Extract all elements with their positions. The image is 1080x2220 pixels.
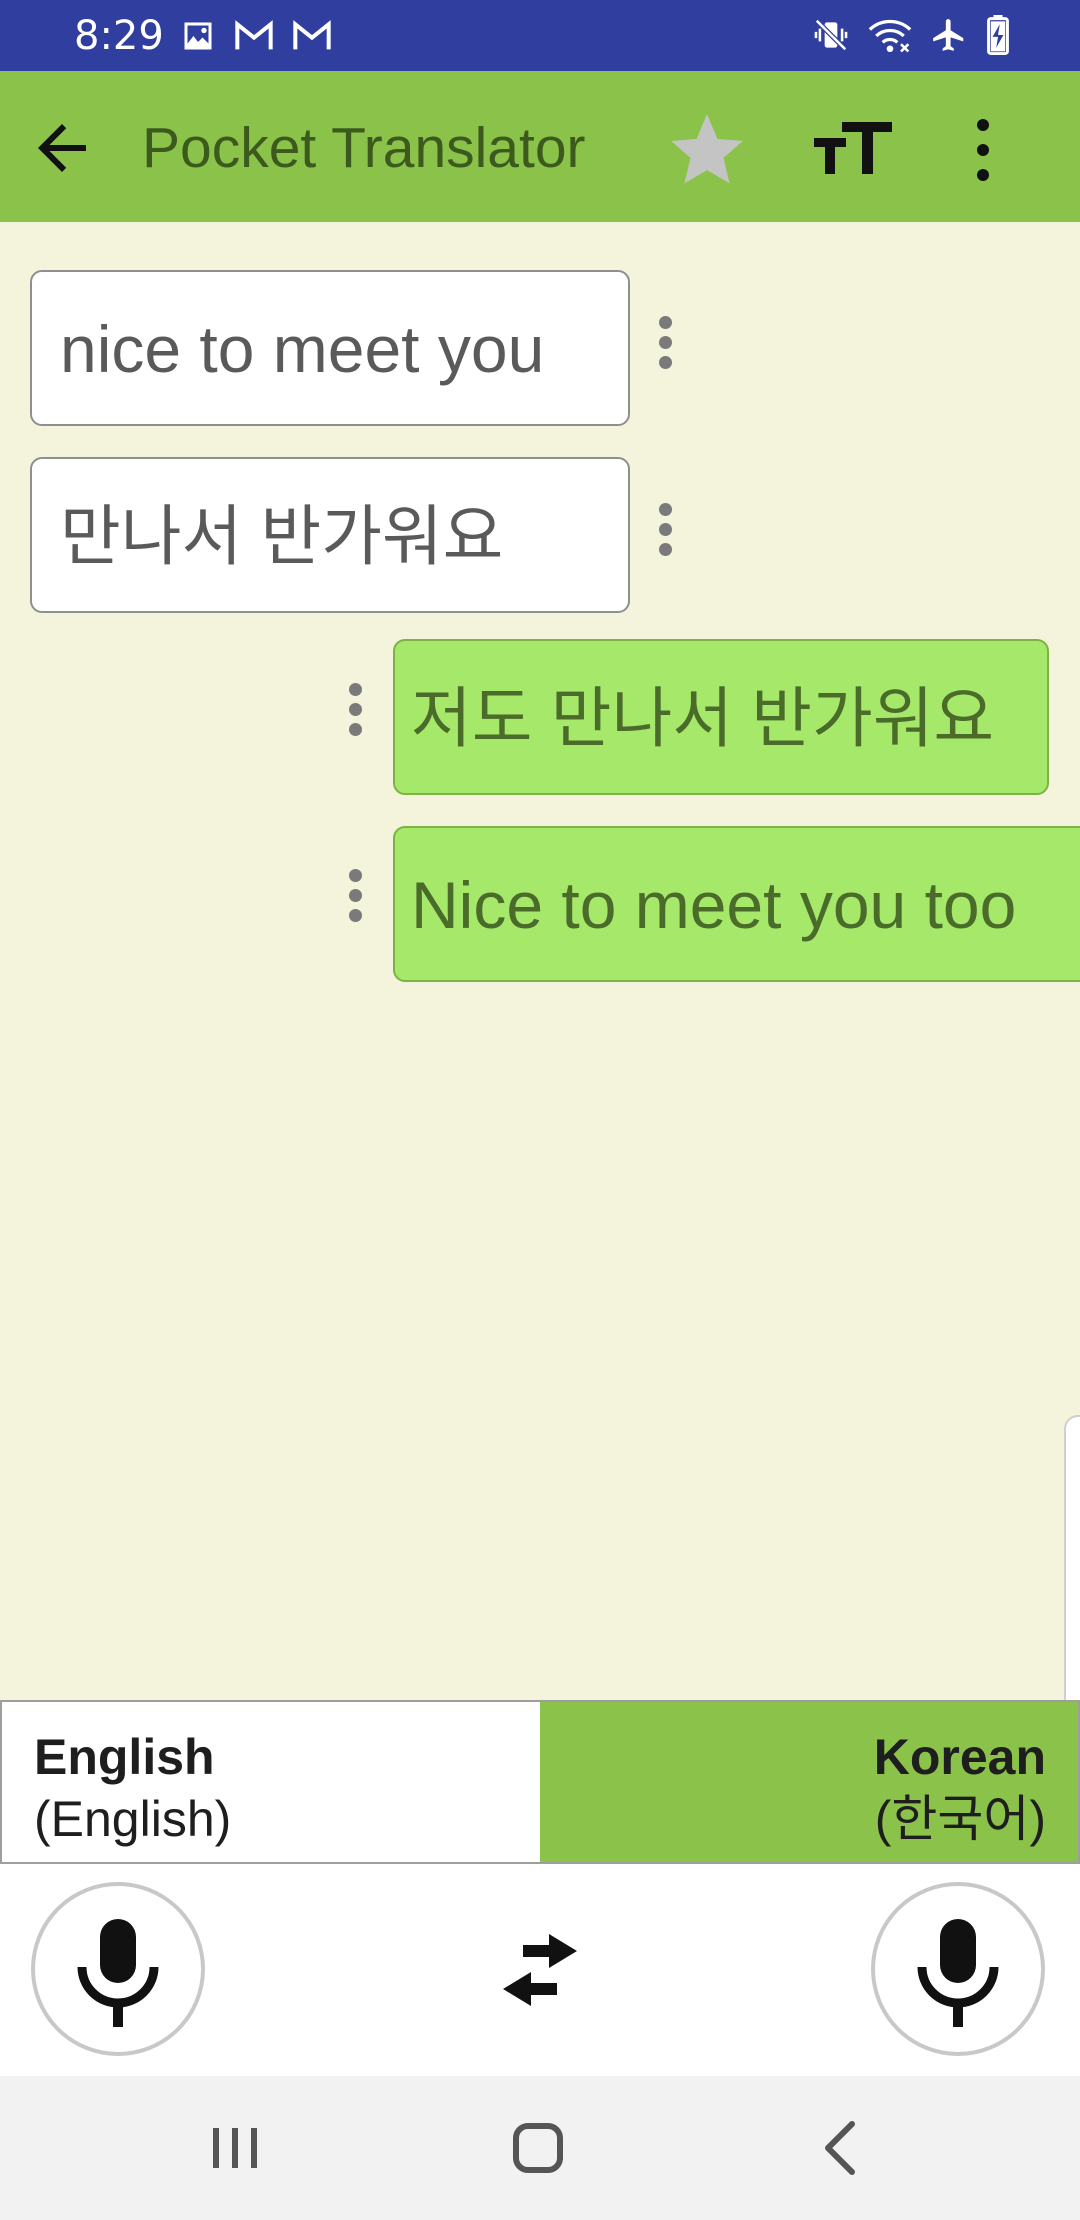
conversation-area[interactable]: nice to meet you 만나서 반가워요 저도 만나서 반가워요 Ni… — [0, 222, 1080, 1831]
recents-button[interactable] — [199, 2112, 271, 2184]
mic-icon — [917, 1919, 999, 2027]
nav-back-button[interactable] — [806, 2112, 878, 2184]
target-mic-button[interactable] — [871, 1882, 1045, 2056]
message-bubble-incoming[interactable]: 만나서 반가워요 — [30, 457, 630, 613]
image-icon — [184, 22, 212, 50]
target-language-label: Korean (한국어) — [874, 1726, 1046, 1850]
status-bar: 8:29 — [0, 0, 1080, 71]
swap-icon — [503, 1934, 577, 2006]
mic-icon — [77, 1919, 159, 2027]
language-bar: English (English) Korean (한국어) — [0, 1700, 1080, 1864]
more-vert-icon — [977, 119, 989, 181]
back-button[interactable] — [26, 112, 98, 184]
message-menu-button[interactable] — [652, 497, 682, 567]
wifi-icon — [868, 19, 912, 53]
app-title: Pocket Translator — [142, 116, 586, 180]
system-nav-bar — [0, 2076, 1080, 2220]
target-language-name: Korean — [873, 1729, 1046, 1785]
gmail-icon — [235, 20, 273, 50]
star-icon — [671, 114, 743, 184]
source-mic-button[interactable] — [31, 1882, 205, 2056]
target-language-button[interactable]: Korean (한국어) — [540, 1700, 1080, 1864]
voice-controls — [0, 1864, 1080, 2076]
favorite-button[interactable] — [664, 107, 750, 193]
text-size-icon — [814, 122, 892, 174]
message-bubble-incoming[interactable]: nice to meet you — [30, 270, 630, 426]
text-size-button[interactable] — [812, 114, 894, 186]
home-icon — [513, 2123, 563, 2173]
system-icons — [812, 14, 1010, 56]
message-menu-button[interactable] — [342, 677, 372, 747]
battery-charging-icon — [987, 15, 1009, 55]
source-language-name: English — [34, 1729, 215, 1785]
status-time: 8:29 — [74, 13, 164, 59]
message-menu-button[interactable] — [342, 863, 372, 933]
overflow-menu-button[interactable] — [958, 111, 1008, 189]
arrow-back-icon — [38, 124, 86, 172]
message-bubble-outgoing[interactable]: Nice to meet you too — [393, 826, 1080, 982]
message-bubble-outgoing[interactable]: 저도 만나서 반가워요 — [393, 639, 1049, 795]
vibrate-mute-icon — [814, 18, 848, 52]
source-language-button[interactable]: English (English) — [0, 1700, 540, 1864]
message-menu-button[interactable] — [652, 310, 682, 380]
target-language-native: (한국어) — [874, 1791, 1046, 1847]
source-language-native: (English) — [34, 1791, 232, 1847]
recents-icon — [213, 2128, 257, 2168]
notification-icons — [180, 16, 332, 56]
swap-languages-button[interactable] — [497, 1932, 583, 2008]
airplane-mode-icon — [933, 19, 964, 51]
back-icon — [825, 2121, 855, 2175]
source-language-label: English (English) — [34, 1726, 231, 1850]
app-bar: Pocket Translator — [0, 71, 1080, 222]
gmail-icon — [293, 20, 331, 50]
home-button[interactable] — [502, 2112, 574, 2184]
